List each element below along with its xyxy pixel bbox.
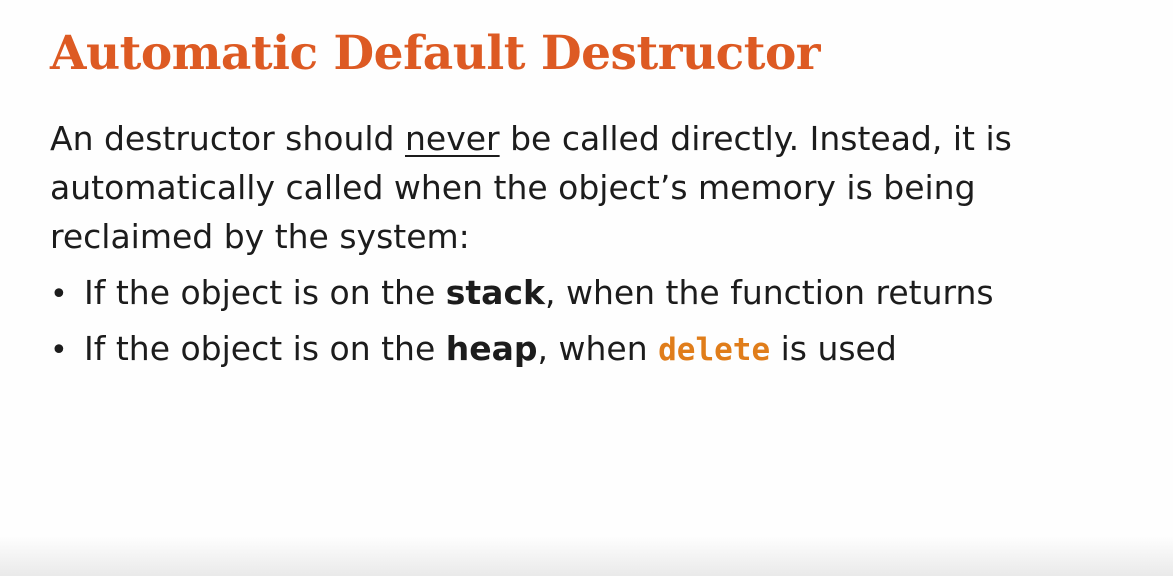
bullet-dot-icon: • — [50, 333, 68, 368]
code-keyword-delete: delete — [658, 332, 771, 368]
bullet-suffix: , when the function returns — [544, 273, 994, 312]
intro-paragraph: An destructor should never be called dir… — [50, 114, 1140, 261]
bullet-prefix: If the object is on the — [84, 329, 446, 368]
bullet-suffix: is used — [770, 329, 897, 368]
bullet-item-stack: • If the object is on the stack, when th… — [50, 266, 994, 322]
bottom-shadow — [0, 536, 1173, 576]
bullet-dot-icon: • — [50, 277, 68, 312]
bullet-text: If the object is on the stack, when the … — [84, 266, 994, 320]
bullet-list: • If the object is on the stack, when th… — [50, 266, 994, 378]
bullet-keyword-stack: stack — [445, 273, 545, 312]
slide-title: Automatic Default Destructor — [50, 26, 821, 81]
bullet-text: If the object is on the heap, when delet… — [84, 322, 897, 377]
slide: Automatic Default Destructor An destruct… — [0, 0, 1173, 576]
bullet-middle: , when — [537, 329, 659, 368]
intro-emphasis-never: never — [405, 119, 500, 158]
bullet-keyword-heap: heap — [445, 329, 538, 368]
intro-text-start: An destructor should — [50, 119, 405, 158]
bullet-prefix: If the object is on the — [84, 273, 446, 312]
bullet-item-heap: • If the object is on the heap, when del… — [50, 322, 994, 378]
